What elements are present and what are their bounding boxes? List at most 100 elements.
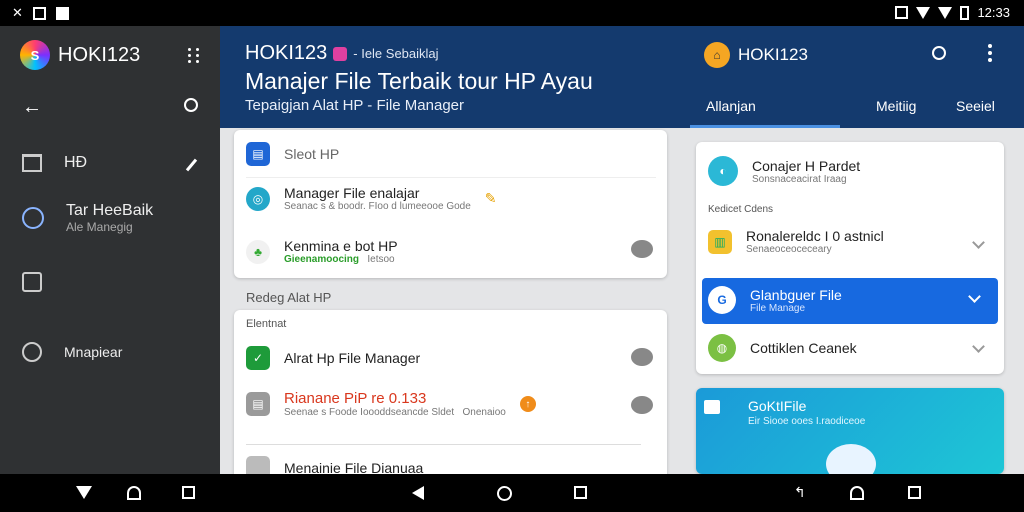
house-logo-icon: ⌂	[704, 42, 730, 68]
app-bar: HOKI123 - Iele Sebaiklaj Manajer File Te…	[220, 26, 1024, 128]
search-icon[interactable]	[184, 98, 198, 112]
tab-seeiel[interactable]: Seeiel	[956, 98, 995, 114]
tab-bar: Allanjan Meitiig Seeiel	[690, 98, 1024, 128]
card-section-label: Elentnat	[246, 318, 287, 330]
item-sub: Gieenamoocing	[284, 254, 360, 265]
gallery-icon	[32, 6, 46, 20]
drawer-item-hd[interactable]: HĐ	[22, 154, 87, 172]
box-icon	[22, 272, 42, 292]
promo-sub: Eir Siooe ooes I.raodiceoe	[748, 416, 866, 427]
drawer-header: S HOKI123	[20, 40, 140, 70]
status-bar: ✕ 12:33	[0, 0, 1024, 26]
list-item[interactable]: ✓ Alrat Hp File Manager	[246, 346, 420, 370]
home-icon[interactable]	[497, 486, 512, 501]
breadcrumb[interactable]: Tepaigjan Alat HP - File Manager	[245, 97, 464, 114]
list-item[interactable]: ♣ Kenmina e bot HP Gieenamoocing Ietsoo	[246, 238, 398, 265]
right-brand: ⌂ HOKI123	[704, 42, 808, 68]
divider	[246, 177, 656, 178]
right-app-bar: ⌂ HOKI123 Allanjan Meitiig Seeiel	[690, 26, 1024, 128]
card-bottom: Elentnat ✓ Alrat Hp File Manager ▤ Riana…	[234, 310, 667, 480]
item-sub: Senaeoceoceceary	[746, 244, 832, 255]
list-item[interactable]: ▤ Rianane PiP re 0.133 Seenae s Foode Io…	[246, 390, 536, 418]
target-icon	[22, 207, 44, 229]
slot-icon: ▤	[246, 142, 270, 166]
home-icon[interactable]	[850, 486, 864, 500]
item-sub: Seanac s & boodr. FIoo d lumeeooe Gode	[284, 201, 471, 212]
grid-menu-icon[interactable]	[188, 48, 202, 64]
promo-title: GoKtIFile	[748, 398, 807, 414]
list-item[interactable]: ◐ Conajer H Pardet Sonsnaceacirat Iraag	[708, 156, 860, 186]
file-manager-icon: ◎	[246, 186, 270, 211]
item-sub: Seenae s Foode Ioooddseancde Sldet	[284, 407, 455, 418]
edit-icon[interactable]	[185, 158, 198, 172]
app-logo-icon: S	[20, 40, 50, 70]
check-icon: ✓	[246, 346, 270, 370]
drawer-item-tools[interactable]	[22, 272, 42, 292]
drawer-item-label: HĐ	[64, 154, 88, 171]
signal-icon	[938, 6, 953, 19]
clean-icon: ◍	[708, 334, 736, 362]
tab-meitiig[interactable]: Meitiig	[876, 98, 916, 114]
list-item[interactable]: ◍ Cottiklen Ceanek	[708, 334, 857, 362]
back-icon[interactable]	[412, 486, 424, 500]
right-panel-card: ◐ Conajer H Pardet Sonsnaceacirat Iraag …	[696, 142, 1004, 374]
clock: 12:33	[977, 5, 1010, 20]
chat-icon[interactable]	[631, 396, 653, 414]
folder-icon: ▥	[708, 229, 732, 254]
drawer-item-manager[interactable]: Mnapiear	[22, 342, 122, 362]
header-title-sub: - Iele Sebaiklaj	[353, 46, 439, 61]
header-title-row: HOKI123 - Iele Sebaiklaj	[245, 42, 439, 65]
chat-icon[interactable]	[631, 348, 653, 366]
item-sub-2: Ietsoo	[367, 254, 395, 265]
search-icon[interactable]	[932, 46, 946, 60]
section-heading: Redeg Alat HP	[246, 290, 332, 305]
warning-icon: ↑	[519, 396, 536, 412]
item-title: Rianane PiP re 0.133	[284, 390, 427, 407]
panel-section-label: Kedicet Cdens	[708, 204, 774, 215]
selected-item[interactable]: G Glanbguer File File Manage	[702, 278, 998, 324]
list-item[interactable]: ▤ Sleot HP	[246, 142, 339, 166]
chat-icon[interactable]	[631, 240, 653, 258]
app-icon	[55, 6, 69, 20]
drawer-item-label: Mnapiear	[64, 344, 123, 360]
right-brand-name: HOKI123	[738, 45, 808, 64]
drawer-item-best[interactable]: Tar HeeBaik Ale Manegig	[22, 202, 153, 234]
chevron-down-icon[interactable]	[968, 290, 981, 303]
refresh-icon: ◐	[708, 156, 738, 186]
promo-card[interactable]: GoKtIFile Eir Siooe ooes I.raodiceoe	[696, 388, 1004, 474]
recents-icon[interactable]	[182, 486, 195, 499]
page-title: Manajer File Terbaik tour HP Ayau	[245, 68, 593, 94]
back-icon[interactable]: ↰	[794, 484, 806, 501]
pencil-icon: ✎	[484, 190, 497, 206]
item-title: Ronalereldc I 0 astnicl	[746, 228, 884, 244]
recents-icon[interactable]	[908, 486, 921, 499]
header-title: HOKI123	[245, 42, 328, 64]
item-title: Glanbguer File	[750, 286, 842, 303]
item-title: Kenmina e bot HP	[284, 238, 398, 254]
plant-icon: ♣	[246, 239, 270, 264]
back-icon[interactable]	[76, 486, 92, 499]
home-icon[interactable]	[127, 486, 141, 500]
item-title: Alrat Hp File Manager	[284, 350, 421, 366]
navigation-drawer: S HOKI123 ← HĐ Tar HeeBaik Ale Manegig M…	[0, 26, 220, 474]
clock-icon	[22, 342, 42, 362]
chevron-down-icon[interactable]	[972, 340, 985, 353]
alarm-icon	[895, 6, 909, 19]
google-files-icon: G	[708, 286, 736, 314]
battery-icon	[960, 5, 970, 20]
tab-allanjan[interactable]: Allanjan	[706, 98, 756, 114]
system-nav-bar: ↰	[0, 474, 1024, 512]
app-name: HOKI123	[58, 43, 141, 66]
back-icon[interactable]: ←	[22, 96, 42, 119]
recents-icon[interactable]	[574, 486, 587, 499]
notification-icon: ✕	[12, 5, 23, 20]
list-item[interactable]: ▥ Ronalereldc I 0 astnicl Senaeoceocecea…	[708, 228, 884, 255]
tab-indicator	[690, 125, 840, 128]
item-sub: Sonsnaceacirat Iraag	[752, 173, 847, 185]
item-sub: File Manage	[750, 302, 806, 314]
item-sub-2: Onenaioo	[462, 407, 506, 418]
list-item[interactable]: ◎ Manager File enalajar Seanac s & boodr…	[246, 185, 497, 212]
chevron-down-icon[interactable]	[972, 236, 985, 249]
item-title: Conajer H Pardet	[752, 157, 861, 174]
more-options-icon[interactable]	[988, 44, 992, 62]
